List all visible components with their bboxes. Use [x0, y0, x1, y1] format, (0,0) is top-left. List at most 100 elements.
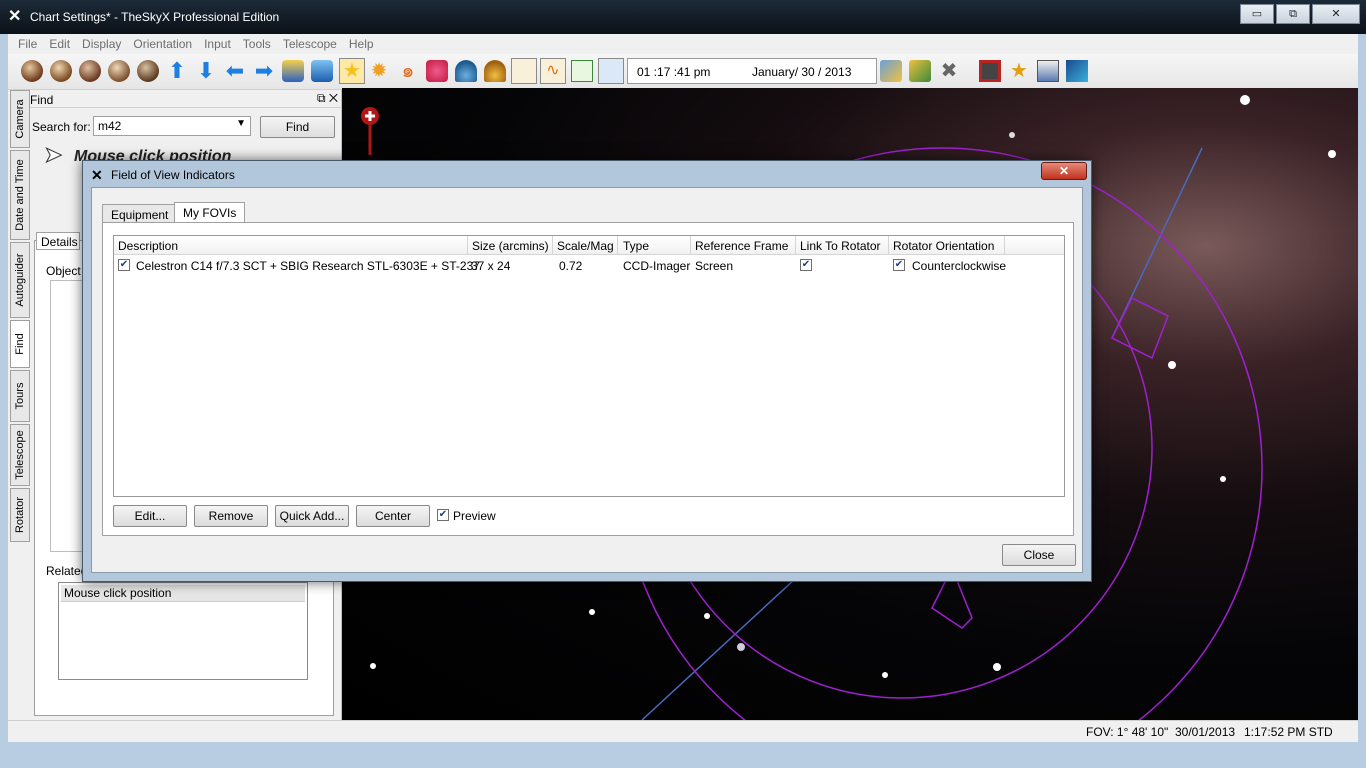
row-size: 37 x 24	[471, 259, 511, 273]
list-item[interactable]: Mouse click position	[61, 585, 305, 602]
find-button[interactable]: Find	[260, 116, 335, 138]
monitor-clock-icon[interactable]	[598, 58, 624, 84]
nebula-icon[interactable]	[426, 60, 448, 82]
telescope-icon[interactable]	[880, 60, 902, 82]
col-link-rotator[interactable]: Link To Rotator	[800, 239, 881, 253]
planet-mars-icon[interactable]	[79, 60, 101, 82]
row-enabled-checkbox[interactable]: ✔	[118, 259, 130, 271]
title-bar: ✕ Chart Settings* - TheSkyX Professional…	[0, 0, 1366, 34]
col-rotator-orientation[interactable]: Rotator Orientation	[893, 239, 994, 253]
row-frame: Screen	[695, 259, 734, 273]
menu-telescope[interactable]: Telescope	[283, 37, 337, 51]
dialog-close-button[interactable]: ✕	[1041, 162, 1087, 180]
tab-autoguider-label: Autoguider	[14, 253, 26, 307]
close-window-button[interactable]: ✕	[1312, 4, 1360, 24]
menu-help[interactable]: Help	[349, 37, 374, 51]
planet-mercury-icon[interactable]	[21, 60, 43, 82]
star	[589, 609, 595, 615]
table-row[interactable]: ✔ Celestron C14 f/7.3 SCT + SBIG Researc…	[114, 256, 1064, 275]
panel-float-close-icon[interactable]: ⧉ ✕	[317, 91, 338, 106]
orientation-checkbox[interactable]: ✔	[893, 259, 905, 271]
graph-icon[interactable]: ∿	[540, 58, 566, 84]
related-list: Mouse click position	[58, 582, 308, 680]
star	[1328, 150, 1336, 158]
menu-file[interactable]: File	[18, 37, 37, 51]
col-scale[interactable]: Scale/Mag	[557, 239, 614, 253]
stars-icon[interactable]: ★	[339, 58, 365, 84]
telescope-slew-icon[interactable]	[909, 60, 931, 82]
dialog-body: Equipment My FOVIs Description Size (arc…	[91, 187, 1083, 573]
arrow-right-icon[interactable]: ➡	[253, 60, 275, 82]
link-rotator-checkbox[interactable]: ✔	[800, 259, 812, 271]
tab-equipment[interactable]: Equipment	[102, 204, 178, 224]
galaxy-icon[interactable]: ๑	[397, 60, 419, 82]
star	[704, 613, 710, 619]
date-time-display[interactable]: 01 :17 :41 pm January/ 30 / 2013	[627, 58, 877, 84]
tab-find[interactable]: Find	[10, 320, 30, 368]
center-button[interactable]: Center	[356, 505, 430, 527]
horizon-icon[interactable]	[455, 60, 477, 82]
star	[370, 663, 376, 669]
tab-my-fovis[interactable]: My FOVIs	[174, 202, 246, 224]
col-description[interactable]: Description	[118, 239, 178, 253]
arrow-up-icon[interactable]: ⬆	[166, 60, 188, 82]
menu-input[interactable]: Input	[204, 37, 231, 51]
tab-telescope[interactable]: Telescope	[10, 424, 30, 486]
col-reference-frame[interactable]: Reference Frame	[695, 239, 788, 253]
tab-details[interactable]: Details	[36, 232, 80, 250]
planet-venus-icon[interactable]	[50, 60, 72, 82]
close-button[interactable]: Close	[1002, 544, 1076, 566]
ground-icon[interactable]	[484, 60, 506, 82]
star-search-icon[interactable]: ★	[1008, 60, 1030, 82]
row-orientation: Counterclockwise	[912, 259, 1007, 273]
search-combobox[interactable]: m42 ▼	[93, 116, 251, 136]
col-type[interactable]: Type	[623, 239, 649, 253]
fovi-table: Description Size (arcmins) Scale/Mag Typ…	[113, 235, 1065, 497]
arrow-down-icon[interactable]: ⬇	[195, 60, 217, 82]
observer-icon[interactable]	[282, 60, 304, 82]
time-value: 01 :17 :41 pm	[637, 65, 711, 79]
preview-checkbox[interactable]: ✔	[437, 509, 449, 521]
tab-tours-label: Tours	[14, 382, 26, 410]
col-size[interactable]: Size (arcmins)	[472, 239, 549, 253]
sun-icon[interactable]: ✹	[368, 60, 390, 82]
observer-alt-icon[interactable]	[311, 60, 333, 82]
camera-icon[interactable]	[979, 60, 1001, 82]
photo-icon[interactable]	[511, 58, 537, 84]
chart-icon[interactable]	[571, 60, 593, 82]
star	[737, 643, 745, 651]
arrow-left-icon[interactable]: ⬅	[224, 60, 246, 82]
minimize-button[interactable]: ▭	[1240, 4, 1274, 24]
image-link-icon[interactable]	[1066, 60, 1088, 82]
remove-button[interactable]: Remove	[194, 505, 268, 527]
compass-icon	[361, 107, 379, 155]
tab-tours[interactable]: Tours	[10, 370, 30, 422]
star	[1168, 361, 1176, 369]
date-value: January/ 30 / 2013	[752, 65, 852, 79]
chevron-down-icon[interactable]: ▼	[236, 118, 246, 129]
menu-bar: File Edit Display Orientation Input Tool…	[8, 34, 1358, 54]
menu-orientation[interactable]: Orientation	[133, 37, 192, 51]
tab-rotator[interactable]: Rotator	[10, 488, 30, 542]
tab-autoguider[interactable]: Autoguider	[10, 242, 30, 318]
restore-button[interactable]: ⧉	[1276, 4, 1310, 24]
toolbar: ⬆ ⬇ ⬅ ➡ ★ ✹ ๑ ∿ 01 :17 :41 pm January/ 3…	[8, 54, 1358, 90]
tab-camera[interactable]: Camera	[10, 90, 30, 148]
menu-edit[interactable]: Edit	[49, 37, 70, 51]
menu-tools[interactable]: Tools	[243, 37, 271, 51]
list-icon[interactable]	[1037, 60, 1059, 82]
app-logo-icon: ✕	[8, 8, 22, 25]
search-value: m42	[98, 119, 122, 133]
planet-saturn-icon[interactable]	[137, 60, 159, 82]
tab-date-and-time-label: Date and Time	[14, 159, 26, 231]
tab-rotator-label: Rotator	[14, 496, 26, 534]
edit-button[interactable]: Edit...	[113, 505, 187, 527]
menu-display[interactable]: Display	[82, 37, 121, 51]
tab-date-and-time[interactable]: Date and Time	[10, 150, 30, 240]
quick-add-button[interactable]: Quick Add...	[275, 505, 349, 527]
star	[1240, 95, 1250, 105]
telescope-abort-icon[interactable]: ✖	[938, 60, 960, 82]
planet-jupiter-icon[interactable]	[108, 60, 130, 82]
status-bar: FOV: 1° 48' 10" 30/01/2013 1:17:52 PM ST…	[8, 720, 1358, 742]
dialog-title: Field of View Indicators	[111, 168, 235, 182]
